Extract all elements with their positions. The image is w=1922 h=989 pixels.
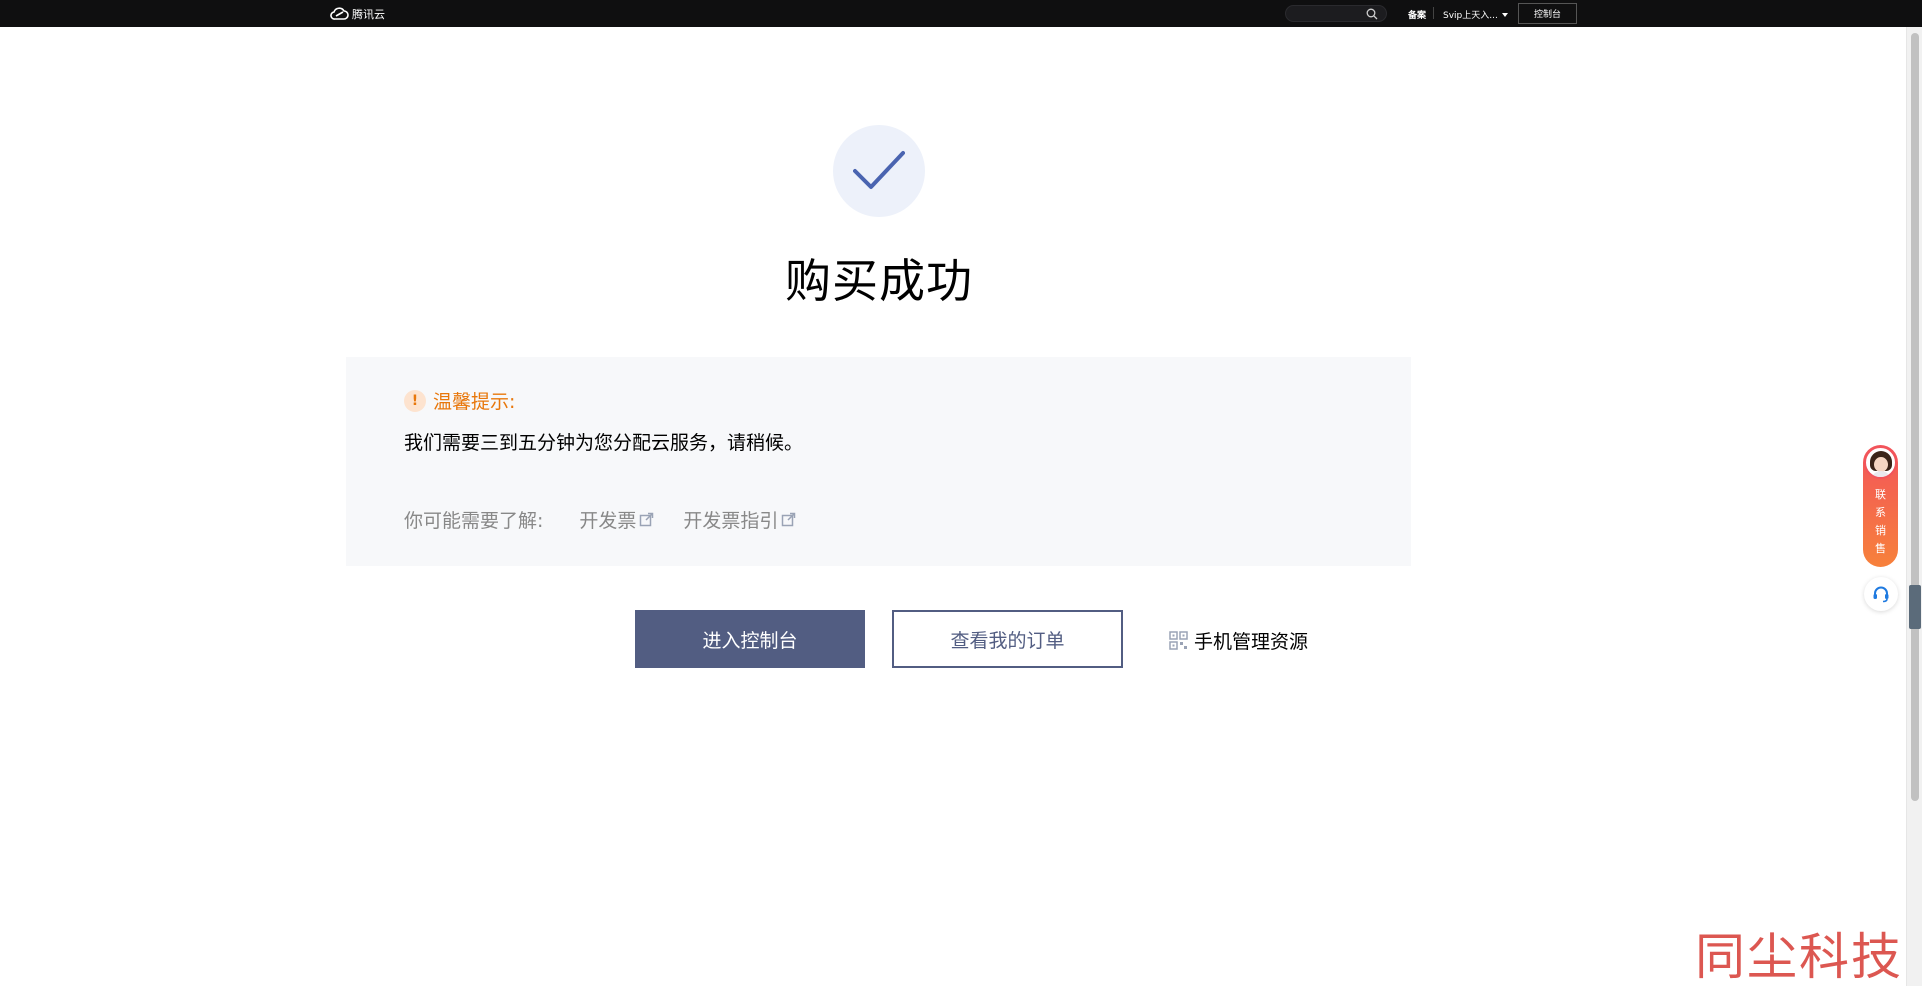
scroll-marker [1909, 585, 1921, 629]
success-check-icon [833, 125, 925, 217]
page-title: 购买成功 [785, 254, 973, 308]
watermark-text: 同尘科技 [1695, 928, 1903, 986]
user-account-name: Svip上天入... [1443, 11, 1498, 21]
notice-links-label: 你可能需要了解: [404, 510, 544, 532]
invoice-guide-link-label: 开发票指引 [683, 510, 779, 532]
cloud-logo-icon [330, 7, 349, 20]
view-orders-button[interactable]: 查看我的订单 [892, 610, 1123, 668]
brand-logo[interactable]: 腾讯云 [330, 6, 385, 22]
page-scrollbar[interactable] [1906, 27, 1922, 986]
notice-panel: ! 温馨提示: 我们需要三到五分钟为您分配云服务，请稍候。 你可能需要了解: 开… [346, 357, 1411, 566]
sales-avatar [1864, 446, 1897, 479]
console-button[interactable]: 控制台 [1518, 3, 1577, 24]
notice-heading-text: 温馨提示: [433, 391, 516, 413]
invoice-link-label: 开发票 [579, 510, 637, 532]
contact-sales-label: 联系销售 [1875, 488, 1886, 555]
beian-link[interactable]: 备案 [1408, 8, 1426, 21]
mobile-manage-link[interactable]: 手机管理资源 [1169, 627, 1308, 654]
contact-sales-widget[interactable]: 联系销售 [1863, 445, 1898, 567]
notice-heading: ! 温馨提示: [404, 387, 515, 414]
search-box[interactable] [1285, 5, 1387, 22]
invoice-link[interactable]: 开发票 [579, 506, 654, 533]
qr-code-icon [1169, 631, 1188, 650]
user-account-menu[interactable]: Svip上天入... [1443, 8, 1508, 21]
customer-service-button[interactable] [1864, 577, 1898, 611]
enter-console-button[interactable]: 进入控制台 [635, 610, 865, 668]
brand-name: 腾讯云 [352, 8, 385, 21]
external-link-icon [782, 512, 796, 527]
mobile-manage-label: 手机管理资源 [1194, 631, 1309, 653]
warning-icon: ! [404, 389, 426, 412]
notice-body-text: 我们需要三到五分钟为您分配云服务，请稍候。 [404, 432, 804, 454]
headset-icon [1873, 586, 1889, 603]
caret-down-icon [1501, 12, 1508, 17]
invoice-guide-link[interactable]: 开发票指引 [683, 506, 796, 533]
external-link-icon [640, 512, 654, 527]
top-nav-bar: 腾讯云 备案 Svip上天入... 控制台 [0, 0, 1922, 27]
nav-divider [1433, 7, 1434, 19]
notice-links: 你可能需要了解: 开发票 开发票指引 [404, 506, 825, 533]
scrollbar-thumb[interactable] [1911, 33, 1919, 801]
search-input[interactable] [1294, 7, 1364, 20]
search-icon[interactable] [1366, 8, 1378, 20]
